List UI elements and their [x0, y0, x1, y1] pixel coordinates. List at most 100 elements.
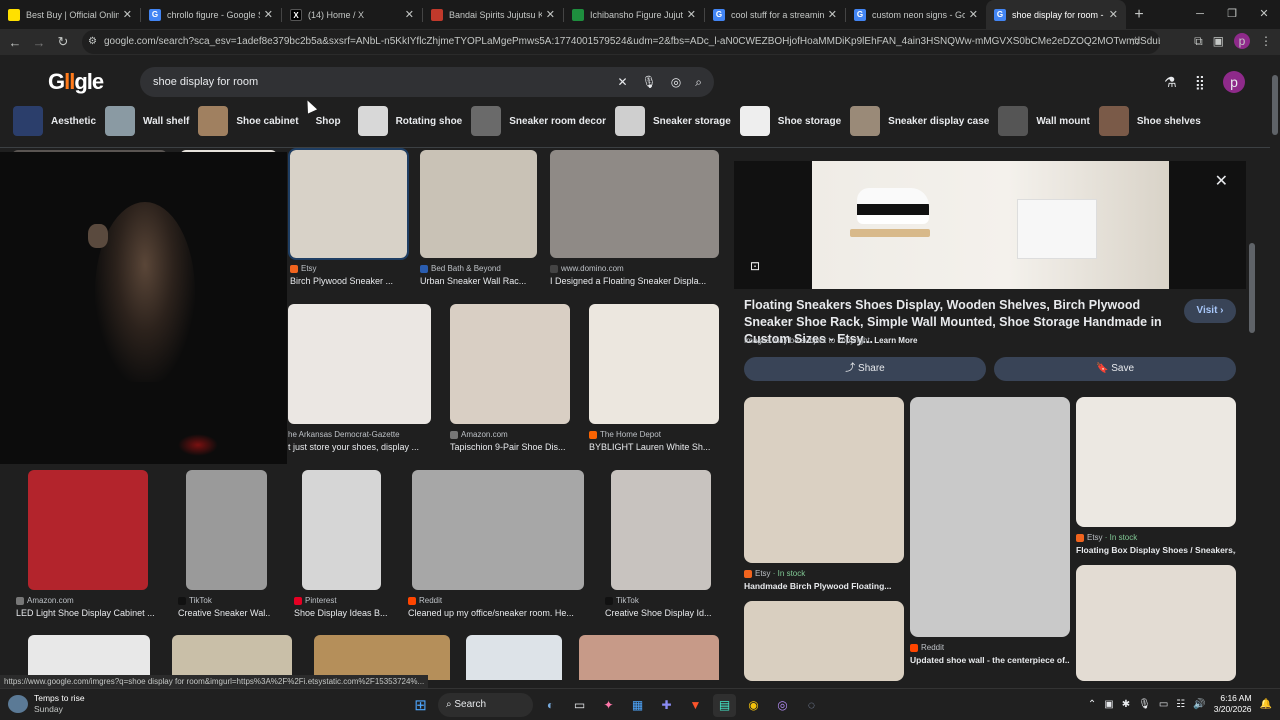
- forward-icon[interactable]: →: [27, 35, 51, 50]
- close-tab-icon[interactable]: ✕: [1109, 8, 1118, 21]
- related-thumbnail[interactable]: [744, 601, 904, 681]
- clear-icon[interactable]: ✕: [617, 67, 627, 97]
- chip-rotating-shoe[interactable]: Rotating shoe: [357, 105, 462, 137]
- browser-tab[interactable]: Ichibansho Figure Jujutsu ✕: [564, 0, 704, 29]
- close-tab-icon[interactable]: ✕: [546, 8, 555, 21]
- site-info-icon[interactable]: ⚙: [88, 30, 97, 54]
- chip-shop[interactable]: Shop: [308, 105, 349, 137]
- reload-icon[interactable]: ↻: [51, 34, 75, 50]
- result-thumbnail[interactable]: [302, 470, 381, 590]
- app-icon[interactable]: ▤: [713, 693, 736, 717]
- windows-start-icon[interactable]: ⊞: [409, 694, 432, 717]
- back-icon[interactable]: ←: [3, 35, 27, 50]
- related-title[interactable]: Handmade Birch Plywood Floating...: [744, 581, 904, 591]
- browser-tab-active[interactable]: Gshoe display for room - G ✕: [986, 0, 1126, 29]
- new-tab-button[interactable]: +: [1126, 6, 1152, 24]
- page-scrollbar[interactable]: [1270, 55, 1280, 680]
- result-title[interactable]: Urban Sneaker Wall Rac...: [420, 276, 555, 286]
- result-title[interactable]: Birch Plywood Sneaker ...: [290, 276, 405, 286]
- search-icon[interactable]: ⌕: [695, 67, 702, 97]
- result-title[interactable]: t just store your shoes, display ...: [288, 442, 433, 452]
- browser-tab[interactable]: Bandai Spirits Jujutsu Kais ✕: [423, 0, 563, 29]
- chrome-icon[interactable]: ◉: [742, 694, 765, 717]
- clock[interactable]: 6:16 AM 3/20/2026: [1214, 693, 1252, 715]
- result-title[interactable]: Creative Shoe Display Id...: [605, 608, 720, 618]
- close-tab-icon[interactable]: ✕: [828, 8, 837, 21]
- related-thumbnail[interactable]: [744, 397, 904, 563]
- result-title[interactable]: Shoe Display Ideas B...: [294, 608, 399, 618]
- page-scroll-thumb[interactable]: [1272, 75, 1278, 135]
- result-title[interactable]: I Designed a Floating Sneaker Displa...: [550, 276, 720, 286]
- chip-sneaker-room-decor[interactable]: Sneaker room decor: [471, 105, 606, 137]
- teams-icon[interactable]: ✚: [655, 694, 678, 717]
- browser-tab[interactable]: Gcool stuff for a streaming ✕: [705, 0, 845, 29]
- browser-tab[interactable]: Gcustom neon signs - Goog ✕: [846, 0, 986, 29]
- chip-sneaker-storage[interactable]: Sneaker storage: [614, 105, 731, 137]
- restore-icon[interactable]: ❐: [1216, 0, 1248, 29]
- store-icon[interactable]: ▦: [626, 694, 649, 717]
- search-input[interactable]: shoe display for room ✕ 🎙 ◎ ⌕: [140, 67, 714, 97]
- profile-avatar[interactable]: p: [1234, 33, 1250, 49]
- task-view-icon[interactable]: ▭: [568, 694, 591, 717]
- share-button[interactable]: ⤴ Share: [744, 357, 986, 381]
- volume-icon[interactable]: 🔊: [1193, 699, 1205, 710]
- result-title[interactable]: Tapischion 9-Pair Shoe Dis...: [450, 442, 575, 452]
- browser-tab[interactable]: X (14) Home / X ✕: [282, 0, 422, 29]
- close-tab-icon[interactable]: ✕: [969, 8, 978, 21]
- result-title[interactable]: LED Light Shoe Display Cabinet ...: [16, 608, 166, 618]
- panel-scroll-thumb[interactable]: [1249, 243, 1255, 333]
- close-tab-icon[interactable]: ✕: [264, 8, 273, 21]
- minimize-icon[interactable]: ─: [1184, 0, 1216, 29]
- chip-aesthetic[interactable]: Aesthetic: [13, 105, 96, 137]
- learn-more-link[interactable]: Learn More: [874, 336, 917, 345]
- result-thumbnail[interactable]: [589, 304, 719, 424]
- save-button[interactable]: 🔖 Save: [994, 357, 1236, 381]
- close-window-icon[interactable]: ✕: [1248, 0, 1280, 29]
- result-thumbnail[interactable]: [28, 635, 150, 680]
- browser-tab[interactable]: Best Buy | Official Online S ✕: [0, 0, 140, 29]
- result-thumbnail[interactable]: [450, 304, 570, 424]
- related-thumbnail[interactable]: [1076, 565, 1236, 681]
- lens-icon[interactable]: ◎: [671, 67, 681, 97]
- close-tab-icon[interactable]: ✕: [123, 8, 132, 21]
- close-tab-icon[interactable]: ✕: [687, 8, 696, 21]
- sidepanel-icon[interactable]: ▣: [1213, 34, 1224, 48]
- taskbar-search[interactable]: ⌕ Search: [438, 693, 533, 717]
- result-thumbnail[interactable]: [288, 148, 409, 260]
- display-icon[interactable]: ▭: [1159, 699, 1168, 710]
- menu-icon[interactable]: ⋮: [1260, 34, 1272, 48]
- close-icon[interactable]: ✕: [1215, 171, 1228, 191]
- result-thumbnail[interactable]: [611, 470, 711, 590]
- related-thumbnail[interactable]: [910, 397, 1070, 637]
- weather-widget[interactable]: Temps to rise Sunday: [8, 693, 85, 715]
- chevron-up-icon[interactable]: ⌃: [1088, 699, 1096, 710]
- chip-wall-mount[interactable]: Wall mount: [998, 105, 1090, 137]
- result-title[interactable]: Cleaned up my office/sneaker room. He...: [408, 608, 578, 618]
- result-thumbnail[interactable]: [412, 470, 584, 590]
- google-logo[interactable]: Gllgle: [48, 69, 104, 95]
- chip-shoe-storage[interactable]: Shoe storage: [739, 105, 841, 137]
- steam-icon[interactable]: ◌: [800, 694, 823, 717]
- related-title[interactable]: Updated shoe wall - the centerpiece of..…: [910, 655, 1070, 665]
- mic-icon[interactable]: 🎙: [1138, 699, 1151, 710]
- result-thumbnail[interactable]: [28, 470, 148, 590]
- extensions-icon[interactable]: ⧉: [1194, 34, 1203, 49]
- lens-search-icon[interactable]: ⊡: [750, 259, 760, 273]
- chip-shoe-shelves[interactable]: Shoe shelves: [1098, 105, 1201, 137]
- bookmark-star-icon[interactable]: ☆: [1130, 34, 1141, 48]
- bluetooth-icon[interactable]: ✱: [1122, 699, 1130, 710]
- chip-sneaker-display-case[interactable]: Sneaker display case: [850, 105, 989, 137]
- network-icon[interactable]: ☷: [1176, 699, 1185, 710]
- result-thumbnail[interactable]: [420, 150, 537, 258]
- brave-icon[interactable]: ▼: [684, 694, 707, 717]
- related-thumbnail[interactable]: [1076, 397, 1236, 527]
- copilot-icon[interactable]: ◐: [539, 694, 562, 717]
- result-thumbnail[interactable]: [314, 635, 450, 680]
- url-bar[interactable]: ⚙ google.com/search?sca_esv=1adef8e379bc…: [82, 30, 1160, 54]
- chip-shoe-cabinet[interactable]: Shoe cabinet: [198, 105, 299, 137]
- tray-app-icon[interactable]: ▣: [1104, 699, 1113, 710]
- preview-image-frame[interactable]: ⊡ ✕: [734, 161, 1246, 289]
- obs-icon[interactable]: ◎: [771, 694, 794, 717]
- result-thumbnail[interactable]: [466, 635, 562, 680]
- result-thumbnail[interactable]: [186, 470, 267, 590]
